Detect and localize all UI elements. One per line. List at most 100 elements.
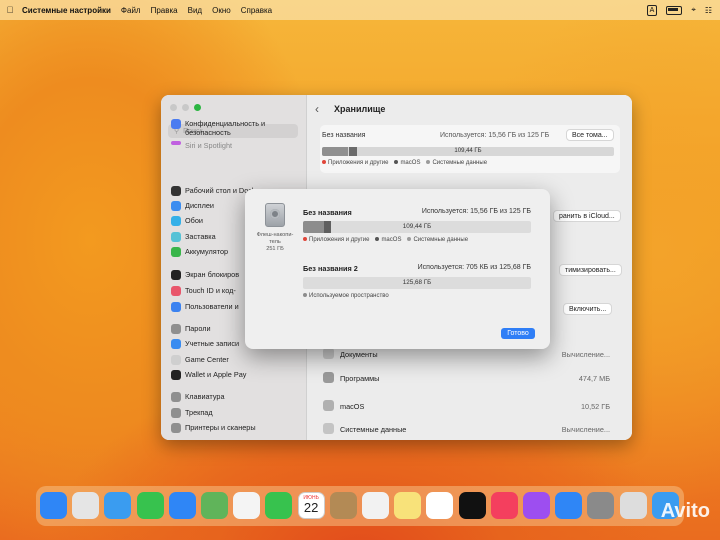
menu-edit[interactable]: Правка: [151, 6, 178, 15]
sidebar-item-label: Принтеры и сканеры: [185, 423, 256, 432]
fingerprint-icon: [171, 286, 181, 296]
sidebar-item-hand[interactable]: Конфиденциальность и безопасность: [171, 119, 280, 137]
calendar-icon[interactable]: ИЮНЬ 22: [297, 492, 325, 519]
music-icon[interactable]: [490, 492, 518, 519]
sidebar-item-wallet[interactable]: Wallet и Apple Pay: [171, 370, 246, 380]
menu-file[interactable]: Файл: [121, 6, 141, 15]
row-value: Вычисление...: [561, 425, 610, 434]
sidebar-item-label: Заставка: [185, 232, 216, 241]
sidebar-item-dock[interactable]: Рабочий стол и Dock: [171, 186, 256, 196]
lock-screen-icon: [171, 270, 181, 280]
maps-icon[interactable]: [201, 492, 228, 519]
key-icon: [171, 324, 181, 334]
podcasts-icon[interactable]: [523, 492, 550, 519]
display-icon: [171, 201, 181, 211]
zoom-icon[interactable]: [194, 104, 201, 111]
sidebar-item-game-center[interactable]: Game Center: [171, 355, 229, 365]
volume-1-bar: 109,44 ГБ: [303, 221, 531, 233]
all-volumes-sheet: Флеш-накопи-тель 251 ГБ Без названия Испо…: [245, 189, 550, 349]
reminders-icon[interactable]: [362, 492, 389, 519]
notes-icon[interactable]: [394, 492, 422, 519]
menu-view[interactable]: Вид: [188, 6, 202, 15]
enable-button[interactable]: Включить...: [563, 303, 613, 315]
photos-icon[interactable]: [233, 492, 261, 519]
sidebar-item-users[interactable]: Пользователи и: [171, 302, 239, 312]
legend-macos: macOS: [394, 160, 420, 166]
legend-system: Системные данные: [426, 160, 487, 166]
macos-icon: [323, 400, 334, 411]
wallpaper-icon: [171, 216, 181, 226]
utility-icon[interactable]: [619, 492, 647, 519]
legend-apps: Приложения и другие: [303, 237, 369, 243]
menu-window[interactable]: Окно: [212, 6, 231, 15]
row-value: Вычисление...: [561, 350, 610, 359]
trackpad-icon: [171, 408, 181, 418]
input-source-icon[interactable]: A: [646, 4, 658, 16]
menu-help[interactable]: Справка: [241, 6, 272, 15]
sidebar-item-label: Siri и Spotlight: [185, 141, 233, 150]
sidebar-item-lock-screen[interactable]: Экран блокиров: [171, 270, 239, 280]
apple-icon[interactable]: : [2, 5, 18, 15]
app-menu[interactable]: Системные настройки: [22, 6, 111, 15]
wifi-icon[interactable]: ⌖: [691, 5, 696, 15]
row-label: Документы: [340, 350, 378, 359]
hand-icon: [171, 119, 181, 129]
freeform-icon[interactable]: [426, 492, 454, 519]
sidebar-item-battery[interactable]: Аккумулятор: [171, 247, 228, 257]
sidebar-item-printer[interactable]: Принтеры и сканеры: [171, 423, 256, 433]
legend-apps: Приложения и другие: [322, 160, 388, 166]
sidebar-item-display[interactable]: Дисплеи: [171, 201, 214, 211]
messages-icon[interactable]: [136, 492, 164, 519]
at-icon: [171, 339, 181, 349]
sidebar-item-fingerprint[interactable]: Touch ID и код-: [171, 286, 236, 296]
volume-1-name: Без названия: [303, 208, 352, 217]
contacts-icon[interactable]: [329, 492, 357, 519]
volume-1-used: Используется: 15,56 ГБ из 125 ГБ: [421, 208, 531, 215]
store-in-icloud-button[interactable]: ранить в iCloud...: [553, 210, 621, 222]
appletv-icon[interactable]: [458, 492, 486, 519]
sidebar-item-wallpaper[interactable]: Обои: [171, 216, 203, 226]
volume-2-used: Используется: 705 КБ из 125,68 ГБ: [417, 264, 531, 271]
optimize-button[interactable]: тимизировать...: [559, 264, 622, 276]
sidebar-item-keyboard[interactable]: Клавиатура: [171, 392, 225, 402]
sidebar-item-label: Обои: [185, 216, 203, 225]
wallet-icon: [171, 370, 181, 380]
minimize-icon[interactable]: [182, 104, 189, 111]
window-controls: [170, 104, 201, 111]
facetime-icon[interactable]: [265, 492, 293, 519]
safari-icon[interactable]: [104, 492, 132, 519]
flash-drive-icon: [265, 203, 285, 227]
sidebar-item-label: Дисплеи: [185, 201, 215, 210]
dock: ИЮНЬ 22: [36, 486, 684, 526]
sidebar-item-screensaver[interactable]: Заставка: [171, 232, 216, 242]
volume-1-bar-label: 109,44 ГБ: [402, 223, 432, 230]
back-chevron-icon[interactable]: ‹: [315, 102, 319, 116]
volume-name: Без названия: [322, 132, 366, 139]
sidebar-item-siri[interactable]: Siri и Spotlight: [171, 141, 232, 150]
finder-icon[interactable]: [40, 492, 67, 519]
battery-icon[interactable]: [666, 5, 683, 15]
settings-icon[interactable]: [587, 492, 615, 519]
appstore-icon[interactable]: [555, 492, 583, 519]
sidebar-item-at[interactable]: Учетные записи: [171, 339, 239, 349]
menu-bar:  Системные настройки Файл Правка Вид Ок…: [0, 0, 720, 20]
desktop:  Системные настройки Файл Правка Вид Ок…: [0, 0, 720, 540]
sidebar-item-key[interactable]: Пароли: [171, 324, 211, 334]
all-volumes-button[interactable]: Все тома...: [566, 129, 614, 141]
control-center-icon[interactable]: ☷: [705, 6, 712, 15]
siri-icon: [171, 141, 181, 145]
users-icon: [171, 302, 181, 312]
launchpad-icon[interactable]: [72, 492, 100, 519]
keyboard-icon: [171, 392, 181, 402]
storage-row-system-data[interactable]: Системные данные Вычисление...: [320, 420, 620, 438]
storage-row-macos[interactable]: macOS 10,52 ГБ: [320, 397, 620, 415]
sidebar-item-trackpad[interactable]: Трекпад: [171, 408, 213, 418]
mail-icon[interactable]: [168, 492, 196, 519]
storage-row-apps[interactable]: Программы 474,7 МБ: [320, 369, 620, 387]
sidebar-item-label: Touch ID и код-: [185, 286, 236, 295]
done-button[interactable]: Готово: [501, 328, 535, 339]
sidebar-item-label: Аккумулятор: [185, 247, 229, 256]
avito-watermark: Avito: [660, 500, 710, 522]
apps-icon: [323, 372, 334, 383]
close-icon[interactable]: [170, 104, 177, 111]
